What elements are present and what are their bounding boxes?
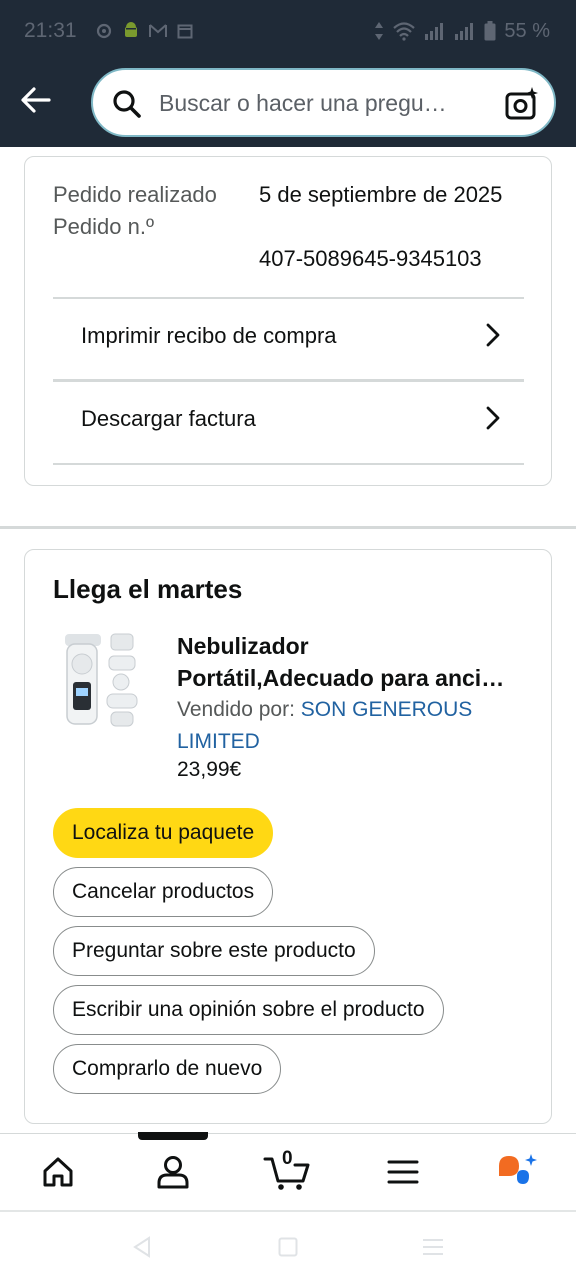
order-placed-label: Pedido realizado (53, 182, 217, 207)
menu-icon (387, 1160, 419, 1184)
status-bar: 21:31 55 % (0, 0, 576, 62)
home-icon (43, 1157, 73, 1187)
product-title-link[interactable]: Nebulizador Portátil,Adecuado para anci… (177, 630, 527, 694)
battery-icon (484, 21, 496, 41)
write-review-button[interactable]: Escribir una opinión sobre el producto (53, 985, 444, 1035)
search-input[interactable]: Buscar o hacer una pregu… (159, 90, 447, 117)
camera-ai-icon[interactable] (504, 86, 540, 127)
system-recents-icon[interactable] (422, 1238, 444, 1256)
system-nav-bar (0, 1212, 576, 1280)
system-home-icon[interactable] (278, 1237, 298, 1257)
back-button[interactable] (18, 82, 54, 118)
system-back-icon[interactable] (132, 1236, 152, 1258)
android-icon (123, 22, 139, 40)
buy-again-button[interactable]: Comprarlo de nuevo (53, 1044, 282, 1094)
signal-icon-2 (454, 22, 476, 40)
arrow-left-icon (21, 87, 51, 113)
account-tab[interactable] (152, 1152, 194, 1192)
active-tab-indicator (138, 1132, 208, 1140)
order-placed-value: 5 de septiembre de 2025 (259, 179, 539, 211)
settings-icon (95, 22, 113, 40)
order-info-card: Pedido realizado Pedido n.º 5 de septiem… (24, 156, 552, 486)
track-package-button[interactable]: Localiza tu paquete (53, 808, 274, 858)
rufus-tab[interactable] (494, 1152, 542, 1192)
calendar-icon (177, 23, 193, 39)
section-divider (0, 526, 576, 529)
shipment-card: Llega el martes Nebulizador Portátil,Ade… (24, 549, 552, 1124)
download-invoice-label: Descargar factura (81, 406, 256, 431)
ask-product-question-button[interactable]: Preguntar sobre este producto (53, 926, 375, 976)
battery-percent: 55 % (504, 19, 550, 42)
order-number-value: 407-5089645-9345103 (259, 246, 482, 271)
cart-tab[interactable]: 0 (262, 1148, 312, 1192)
app-header: 21:31 55 % Buscar o hacer una pregu… (0, 0, 576, 147)
delivery-status-title: Llega el martes (53, 574, 243, 604)
chevron-right-icon (486, 406, 500, 430)
divider (53, 379, 524, 382)
wifi-icon (392, 21, 416, 41)
search-icon (111, 88, 143, 125)
bottom-nav: 0 (0, 1134, 576, 1210)
rufus-icon (499, 1154, 537, 1184)
seller-link[interactable]: SON GENEROUS (301, 698, 473, 721)
order-number-label: Pedido n.º (53, 214, 154, 239)
data-arrows-icon (374, 21, 384, 41)
chevron-right-icon (486, 323, 500, 347)
sold-by-label: Vendido por: (177, 698, 301, 721)
product-name-line1: Nebulizador (177, 633, 309, 659)
print-receipt-label: Imprimir recibo de compra (81, 323, 337, 348)
signal-icon (424, 22, 446, 40)
product-price: 23,99€ (177, 758, 242, 781)
product-image[interactable] (59, 630, 149, 730)
divider (53, 297, 524, 299)
seller-link-line2[interactable]: LIMITED (177, 730, 260, 753)
home-tab[interactable] (38, 1152, 78, 1192)
seller-info: Vendido por: SON GENEROUS LIMITED (177, 694, 507, 758)
menu-tab[interactable] (386, 1152, 420, 1192)
divider (53, 463, 524, 465)
order-date: 5 de septiembre de 2025 (259, 182, 503, 207)
product-name-line2: Portátil,Adecuado para anci… (177, 665, 505, 691)
status-time: 21:31 (24, 19, 77, 42)
search-bar[interactable]: Buscar o hacer una pregu… (91, 68, 556, 137)
gmail-icon (148, 24, 167, 38)
cart-count: 0 (282, 1148, 293, 1169)
cancel-items-button[interactable]: Cancelar productos (53, 867, 274, 917)
account-icon (157, 1156, 189, 1189)
